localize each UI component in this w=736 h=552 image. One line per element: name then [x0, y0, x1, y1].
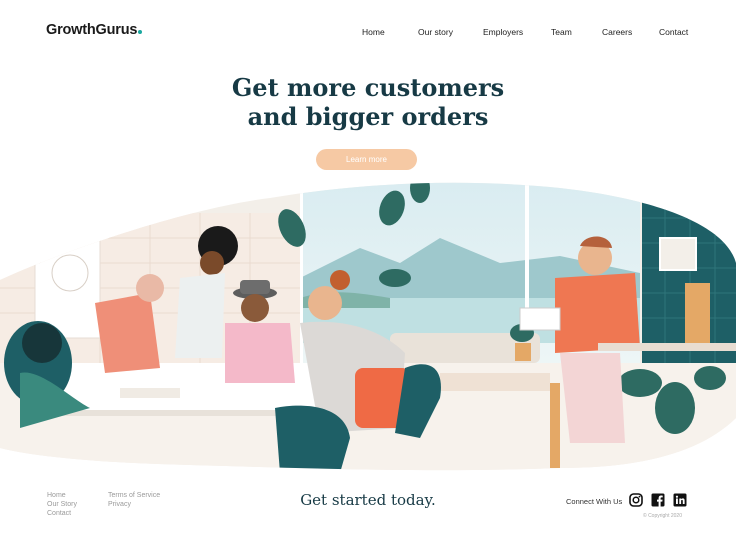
facebook-icon[interactable] [651, 493, 665, 507]
nav-careers[interactable]: Careers [602, 27, 632, 37]
main-nav: Home Our story Employers Team Careers Co… [0, 27, 736, 41]
nav-employers[interactable]: Employers [483, 27, 523, 37]
office-team-illustration [0, 182, 736, 471]
nav-our-story[interactable]: Our story [418, 27, 453, 37]
hero-title-line1: Get more customers [231, 73, 505, 102]
nav-home[interactable]: Home [362, 27, 385, 37]
footer-link-contact[interactable]: Contact [47, 510, 71, 517]
nav-contact[interactable]: Contact [659, 27, 688, 37]
hero-title-line2: and bigger orders [247, 102, 489, 131]
nav-team[interactable]: Team [551, 27, 572, 37]
hero-title: Get more customers and bigger orders [0, 73, 736, 131]
connect-label: Connect With Us [566, 497, 623, 506]
learn-more-button[interactable]: Learn more [316, 149, 417, 170]
copyright-text: © Copyright 2020 [643, 513, 682, 519]
linkedin-icon[interactable] [673, 493, 687, 507]
instagram-icon[interactable] [629, 493, 643, 507]
footer-tagline: Get started today. [300, 491, 436, 509]
